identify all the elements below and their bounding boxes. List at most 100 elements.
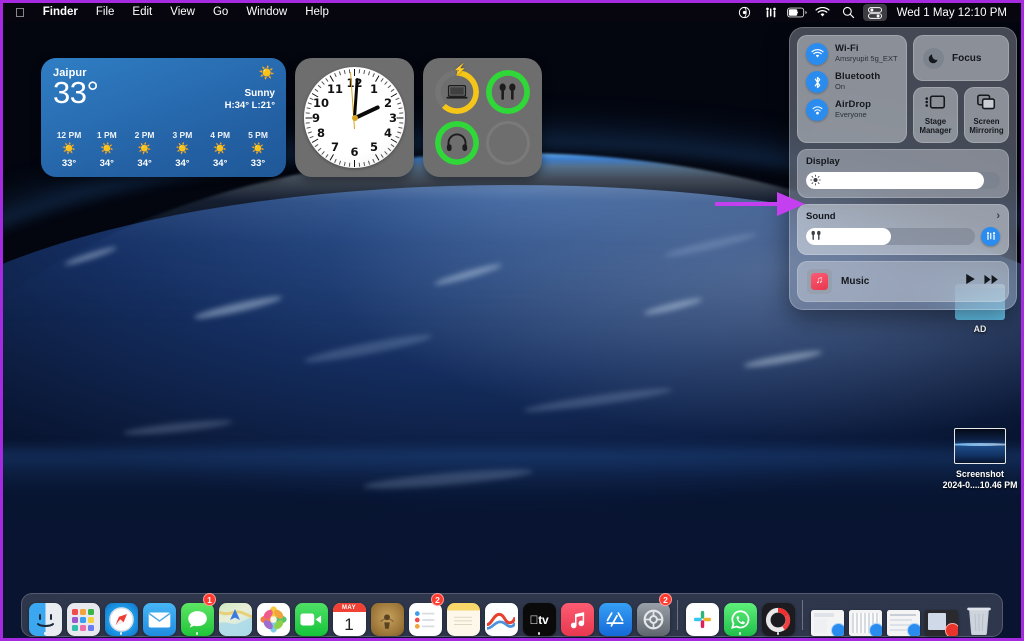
spotlight-search-icon[interactable] [837,3,861,22]
screen-recording-icon[interactable] [733,3,757,22]
menu-item-edit[interactable]: Edit [123,3,161,22]
sound-header[interactable]: Sound › [806,210,1000,222]
battery-widget[interactable]: ⚡ [423,58,542,177]
dock-item-music[interactable] [559,594,595,636]
sun-icon: ☀️ [258,65,275,80]
running-indicator [195,631,199,635]
weather-condition-block: ☀️ Sunny H:34° L:21° [225,66,275,111]
desktop-icon-screenshot[interactable]: Screenshot 2024-0....10.46 PM [934,428,1021,492]
sound-volume-slider[interactable] [806,227,975,245]
dock-item-minimized-window-1[interactable] [809,594,845,636]
menu-item-view[interactable]: View [161,3,204,22]
airplay-audio-icon[interactable] [981,226,1000,246]
sun-icon: ☀️ [99,143,114,155]
menu-item-file[interactable]: File [87,3,124,22]
messages-badge: 1 [203,593,216,606]
bluetooth-row[interactable]: Bluetooth On [798,71,906,93]
music-label: Music [841,275,870,287]
weather-widget[interactable]: Jaipur 33° ☀️ Sunny H:34° L:21° 12 PM ☀️… [41,58,286,177]
reminders-badge: 2 [431,593,444,606]
weather-hourly-forecast: 12 PM ☀️ 33° 1 PM ☀️ 34° 2 PM ☀️ 34° 3 P… [51,130,276,169]
dock-item-mail[interactable] [141,594,177,636]
dock-item-messages[interactable]: 1 [179,593,216,636]
sound-controls-row [806,226,1000,246]
clock-widget[interactable]: 12 1 2 3 4 5 6 7 8 9 10 11 [295,58,414,177]
apple-logo-icon[interactable]:  [13,3,34,22]
wifi-row[interactable]: Wi-Fi Amsryupit 5g_EXT [798,43,906,65]
display-section: Display [797,148,1009,198]
music-app-icon[interactable]: ♫ [807,268,832,294]
airplay-audio-icon[interactable] [759,3,783,22]
dock-item-cleaner[interactable] [760,594,796,636]
dock-item-maps[interactable] [217,594,253,636]
menu-item-help[interactable]: Help [296,3,338,22]
dock-item-safari[interactable] [103,594,139,636]
sun-icon: ☀️ [137,143,152,155]
dock-item-stocks[interactable] [483,594,519,636]
dock-item-appstore[interactable] [597,594,633,636]
airpods-icon [810,231,822,242]
dock-item-launchpad[interactable] [65,594,101,636]
music-section[interactable]: ♫ Music [797,260,1009,302]
forecast-temp: 34° [99,158,114,169]
clock-center-hub [351,114,358,121]
clock-number: 4 [383,125,392,140]
dock-item-minimized-window-3[interactable] [885,594,921,636]
dock-item-notes[interactable] [445,594,481,636]
battery-charging-icon[interactable] [785,3,809,22]
dock-item-minimized-window-2[interactable] [847,594,883,636]
dock-item-podcasts[interactable] [369,594,405,636]
forecast-time: 5 PM [248,130,268,140]
calendar-icon: MAY 1 [332,603,366,636]
running-indicator [537,631,541,635]
dock-item-photos[interactable] [255,594,291,636]
empty-battery-slot [485,120,530,165]
appstore-icon [598,603,632,636]
desktop-icon-label-line1: Screenshot [956,469,1004,479]
control-center-icon[interactable] [862,4,887,21]
clock-number: 10 [313,95,330,110]
dock-item-trash[interactable] [961,594,997,636]
bluetooth-icon[interactable] [806,71,828,93]
minimized-app-badge [868,623,882,636]
dock-item-reminders[interactable]: 2 [407,593,444,636]
display-header: Display [806,156,1000,167]
launchpad-icon [66,603,100,636]
menu-bar-clock[interactable]: Wed 1 May 12:10 PM [889,7,1013,19]
running-indicator [43,631,47,635]
dock-item-calendar[interactable]: MAY 1 [331,594,367,636]
focus-tile[interactable]: Focus [913,35,1009,81]
podcasts-icon [370,603,404,636]
airdrop-row[interactable]: AirDrop Everyone [798,99,906,121]
dock-item-minimized-window-4[interactable] [923,594,959,636]
reminders-icon [408,603,442,636]
dock-item-system-settings[interactable]: 2 [635,593,672,636]
battery-ring-track [485,120,530,165]
airdrop-icon[interactable] [806,99,828,121]
menu-item-go[interactable]: Go [204,3,237,22]
screen-mirroring-tile[interactable]: Screen Mirroring [964,87,1009,143]
screen-mirroring-label: Screen Mirroring [969,117,1004,135]
dock: 1 MAY 1 2 tv 2 [21,593,1003,637]
dock-item-whatsapp[interactable] [722,594,758,636]
dock-item-slack[interactable] [684,594,720,636]
play-icon[interactable] [965,272,976,290]
dock-item-facetime[interactable] [293,594,329,636]
chevron-right-icon[interactable]: › [996,210,1000,222]
stage-manager-tile[interactable]: Stage Manager [913,87,958,143]
menu-item-window[interactable]: Window [237,3,296,22]
wifi-icon[interactable] [811,3,835,22]
dock-item-appletv[interactable]: tv [521,594,557,636]
fast-forward-icon[interactable] [984,272,999,290]
sound-section[interactable]: Sound › [797,203,1009,255]
control-center-right-column: Focus Stage Manager Screen Mirroring [913,35,1009,143]
forecast-hour: 3 PM ☀️ 34° [164,130,200,169]
clock-number: 5 [369,139,378,154]
running-indicator [119,631,123,635]
menu-item-finder[interactable]: Finder [34,3,87,22]
sun-icon: ☀️ [175,143,190,155]
forecast-temp: 34° [213,158,228,169]
display-brightness-slider[interactable] [806,171,1000,189]
wifi-icon[interactable] [806,43,828,65]
dock-item-finder[interactable] [27,594,63,636]
